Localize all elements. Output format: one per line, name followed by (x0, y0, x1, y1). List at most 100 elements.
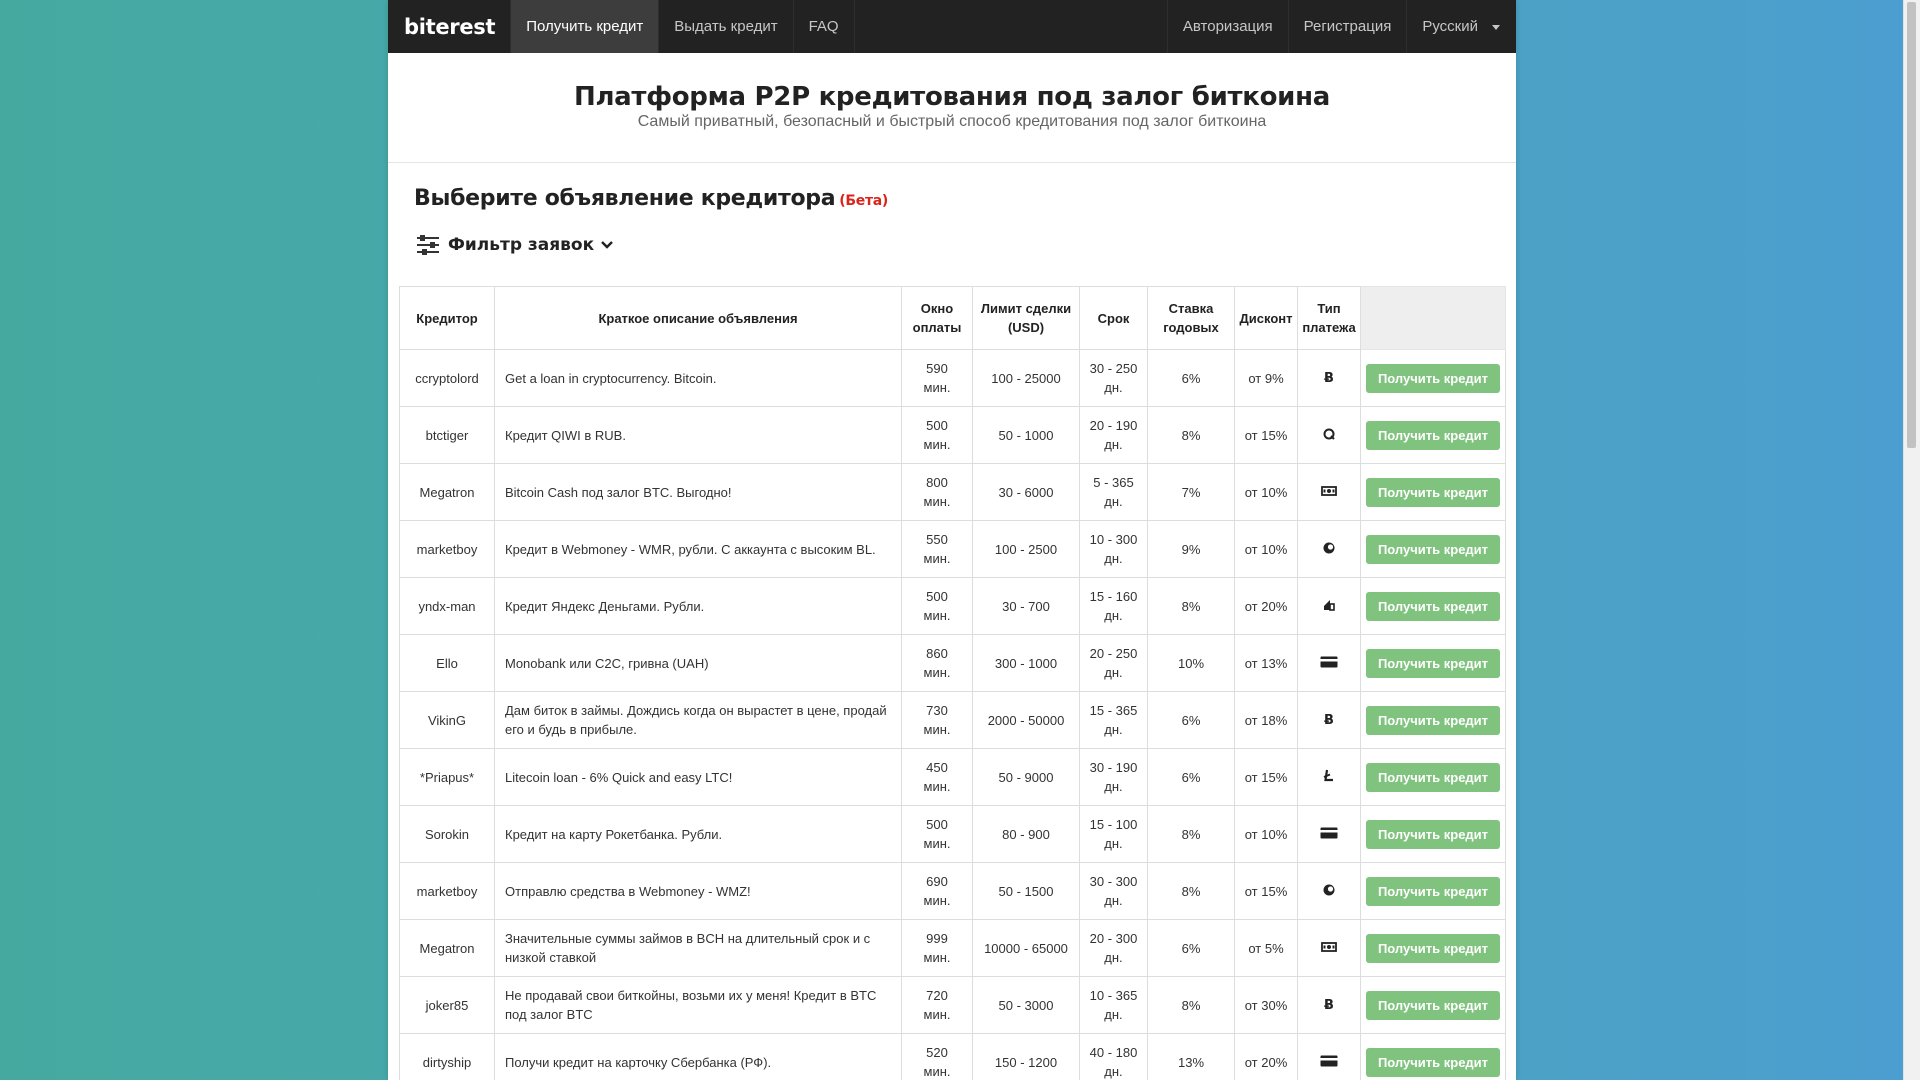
table-row: dirtyship Получи кредит на карточку Сберб… (399, 1033, 1506, 1080)
page-scrollbar[interactable] (1903, 0, 1920, 1080)
get-credit-button[interactable]: Получить кредит (1366, 420, 1500, 450)
get-credit-cell: Получить кредит (1360, 577, 1506, 635)
payment-type (1297, 1033, 1361, 1080)
get-credit-cell: Получить кредит (1360, 406, 1506, 464)
get-credit-button[interactable]: Получить кредит (1366, 990, 1500, 1020)
get-credit-cell: Получить кредит (1360, 862, 1506, 920)
loan-term: 30 - 190 дн. (1079, 748, 1148, 806)
payment-window: 999 мин. (901, 919, 973, 977)
lender-name[interactable]: dirtyship (399, 1033, 495, 1080)
loan-term: 20 - 250 дн. (1079, 634, 1148, 692)
discount: от 30% (1234, 976, 1298, 1034)
deal-limit: 30 - 6000 (972, 463, 1080, 521)
payment-window: 550 мин. (901, 520, 973, 578)
header-payment-window: Окно оплаты (901, 286, 973, 350)
loan-offers-table: Кредитор Краткое описание объявления Окн… (399, 286, 1506, 1080)
filter-toggle[interactable]: Фильтр заявок (416, 234, 614, 256)
offer-description: Кредит в Webmoney - WMR, рубли. С аккаун… (494, 520, 902, 578)
annual-rate: 6% (1147, 349, 1235, 407)
offer-description: Кредит на карту Рокетбанка. Рубли. (494, 805, 902, 863)
get-credit-button[interactable]: Получить кредит (1366, 933, 1500, 963)
get-credit-button[interactable]: Получить кредит (1366, 705, 1500, 735)
deal-limit: 80 - 900 (972, 805, 1080, 863)
webmoney-icon (1320, 881, 1338, 899)
page-container: biterest Получить кредит Выдать кредит F… (388, 0, 1516, 1080)
language-dropdown[interactable]: Русский (1406, 0, 1516, 53)
loan-term: 30 - 250 дн. (1079, 349, 1148, 407)
lender-name[interactable]: ccryptolord (399, 349, 495, 407)
get-credit-button[interactable]: Получить кредит (1366, 534, 1500, 564)
payment-window: 500 мин. (901, 406, 973, 464)
annual-rate: 6% (1147, 748, 1235, 806)
nav-faq[interactable]: FAQ (792, 0, 854, 53)
nav-register[interactable]: Регистрация (1287, 0, 1407, 53)
discount: от 20% (1234, 577, 1298, 635)
header-term: Срок (1079, 286, 1148, 350)
annual-rate: 6% (1147, 691, 1235, 749)
qiwi-icon (1320, 425, 1338, 443)
table-row: Megatron Значительные суммы займов в BCH … (399, 919, 1506, 977)
discount: от 10% (1234, 520, 1298, 578)
get-credit-button[interactable]: Получить кредит (1366, 1047, 1500, 1077)
get-credit-button[interactable]: Получить кредит (1366, 477, 1500, 507)
payment-window: 800 мин. (901, 463, 973, 521)
discount: от 15% (1234, 406, 1298, 464)
brand-logo[interactable]: biterest (388, 0, 510, 53)
payment-window: 520 мин. (901, 1033, 973, 1080)
lender-name[interactable]: Ello (399, 634, 495, 692)
lender-name[interactable]: *Priapus* (399, 748, 495, 806)
nav-login[interactable]: Авторизация (1166, 0, 1288, 53)
payment-window: 500 мин. (901, 577, 973, 635)
loan-term: 20 - 300 дн. (1079, 919, 1148, 977)
lender-name[interactable]: yndx-man (399, 577, 495, 635)
scrollbar-thumb[interactable] (1907, 2, 1916, 448)
lender-name[interactable]: Megatron (399, 919, 495, 977)
get-credit-button[interactable]: Получить кредит (1366, 591, 1500, 621)
discount: от 18% (1234, 691, 1298, 749)
discount: от 13% (1234, 634, 1298, 692)
payment-type (1297, 805, 1361, 863)
discount: от 5% (1234, 919, 1298, 977)
annual-rate: 8% (1147, 406, 1235, 464)
table-row: marketboy Отправлю средства в Webmoney - … (399, 862, 1506, 920)
header-annual-rate: Ставка годовых (1147, 286, 1235, 350)
header-lender: Кредитор (399, 286, 495, 350)
get-credit-button[interactable]: Получить кредит (1366, 648, 1500, 678)
offer-description: Get a loan in cryptocurrency. Bitcoin. (494, 349, 902, 407)
annual-rate: 8% (1147, 976, 1235, 1034)
table-row: marketboy Кредит в Webmoney - WMR, рубли.… (399, 520, 1506, 578)
loan-term: 20 - 190 дн. (1079, 406, 1148, 464)
discount: от 10% (1234, 805, 1298, 863)
payment-type (1297, 577, 1361, 635)
loan-term: 10 - 300 дн. (1079, 520, 1148, 578)
lender-name[interactable]: Megatron (399, 463, 495, 521)
lender-name[interactable]: joker85 (399, 976, 495, 1034)
get-credit-button[interactable]: Получить кредит (1366, 363, 1500, 393)
loan-term: 15 - 100 дн. (1079, 805, 1148, 863)
get-credit-cell: Получить кредит (1360, 1033, 1506, 1080)
loan-term: 40 - 180 дн. (1079, 1033, 1148, 1080)
bitcoin-icon: Ƀ (1320, 995, 1338, 1013)
annual-rate: 8% (1147, 577, 1235, 635)
payment-type (1297, 634, 1361, 692)
lender-name[interactable]: Sorokin (399, 805, 495, 863)
offer-description: Не продавай свои биткойны, возьми их у м… (494, 976, 902, 1034)
annual-rate: 9% (1147, 520, 1235, 578)
deal-limit: 100 - 2500 (972, 520, 1080, 578)
lender-name[interactable]: marketboy (399, 520, 495, 578)
get-credit-button[interactable]: Получить кредит (1366, 762, 1500, 792)
sliders-icon (416, 234, 440, 256)
lender-name[interactable]: marketboy (399, 862, 495, 920)
lender-name[interactable]: btctiger (399, 406, 495, 464)
credit-card-icon (1320, 1052, 1338, 1070)
get-credit-button[interactable]: Получить кредит (1366, 876, 1500, 906)
deal-limit: 50 - 9000 (972, 748, 1080, 806)
get-credit-cell: Получить кредит (1360, 748, 1506, 806)
deal-limit: 2000 - 50000 (972, 691, 1080, 749)
lender-name[interactable]: VikinG (399, 691, 495, 749)
table-row: Ello Monobank или C2C, гривна (UAH) 860 мин… (399, 634, 1506, 692)
nav-give-credit[interactable]: Выдать кредит (658, 0, 792, 53)
get-credit-button[interactable]: Получить кредит (1366, 819, 1500, 849)
discount: от 20% (1234, 1033, 1298, 1080)
nav-get-credit[interactable]: Получить кредит (510, 0, 659, 53)
